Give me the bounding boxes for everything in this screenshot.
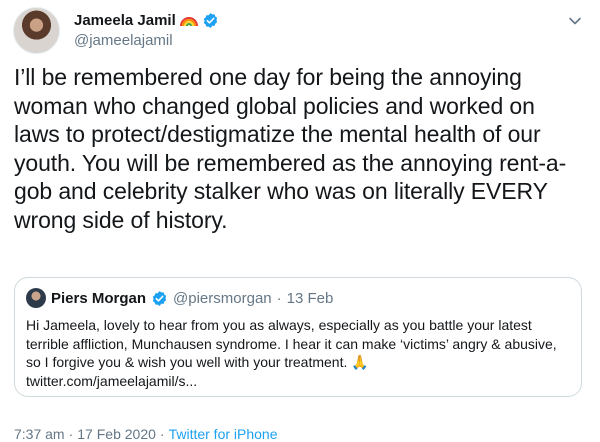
avatar[interactable] [13,7,60,54]
quoted-tweet-link[interactable]: twitter.com/jameelajamil/s... [26,373,197,389]
tweet-footer: 7:37 am · 17 Feb 2020 · Twitter for iPhone [14,426,278,442]
tweet-date[interactable]: 17 Feb 2020 [77,426,156,442]
quoted-tweet-body: Hi Jameela, lovely to hear from you as a… [26,317,557,371]
quoted-tweet-header: Piers Morgan @piersmorgan · 13 Feb [26,288,333,308]
tweet-source-link[interactable]: Twitter for iPhone [169,426,278,442]
tweet-time[interactable]: 7:37 am [14,426,65,442]
verified-badge-icon [203,12,217,28]
verified-badge-icon [152,290,167,306]
author-name[interactable]: Jameela Jamil [74,12,176,29]
chevron-down-icon[interactable] [568,14,582,28]
footer-separator: · [68,426,74,442]
author-handle[interactable]: @jameelajamil [74,32,173,49]
quoted-author-handle: @piersmorgan [173,289,272,307]
tweet-card: Jameela Jamil @jameelajamil I’ll be reme… [0,0,600,442]
quoted-tweet[interactable]: Piers Morgan @piersmorgan · 13 Feb Hi Ja… [14,277,582,397]
quoted-separator: · [276,289,282,307]
author-name-row: Jameela Jamil [74,10,219,30]
footer-separator: · [159,426,165,442]
quoted-date: 13 Feb [286,289,334,307]
rainbow-icon [179,17,198,27]
quoted-author-name: Piers Morgan [51,289,147,307]
quoted-avatar [26,288,46,308]
quoted-tweet-text: Hi Jameela, lovely to hear from you as a… [26,316,571,391]
tweet-text: I’ll be remembered one day for being the… [14,64,567,233]
